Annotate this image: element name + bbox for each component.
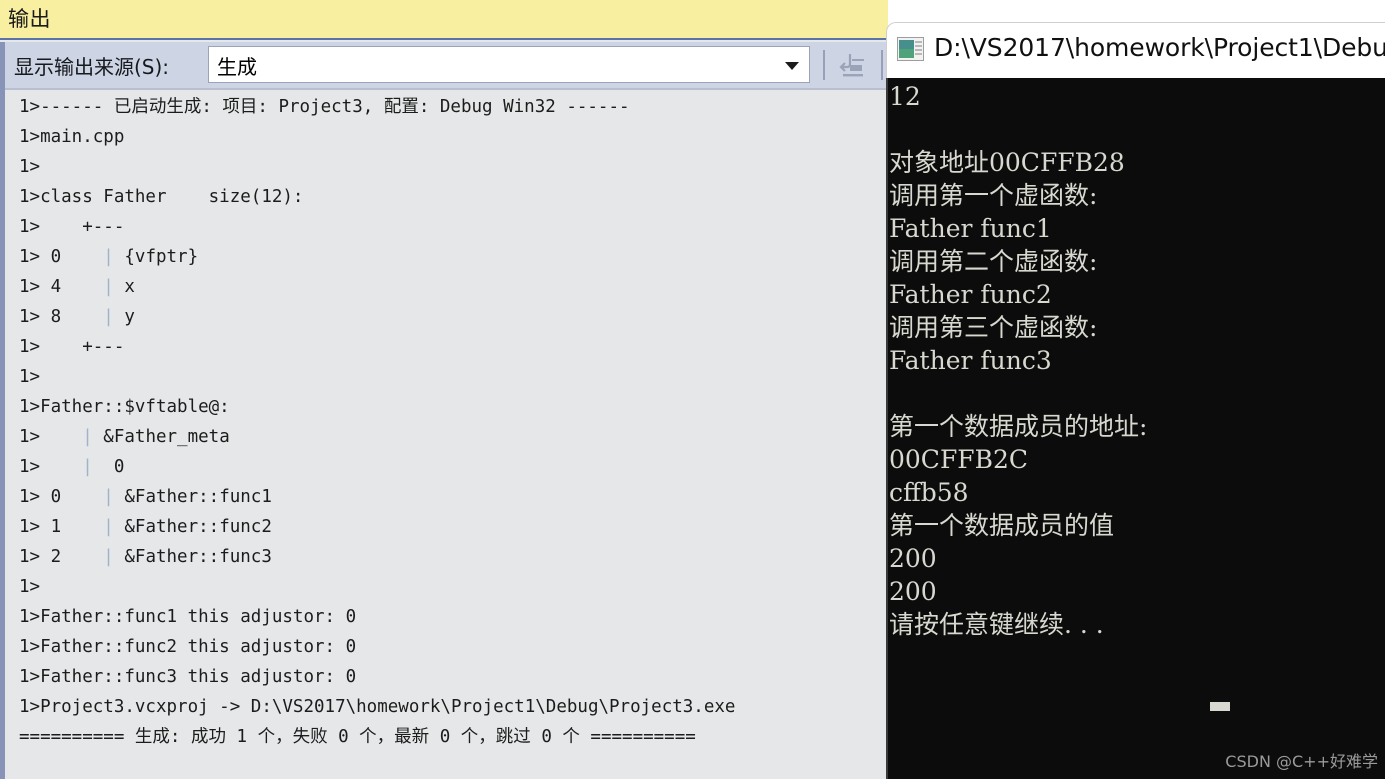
output-guide-bar: | xyxy=(103,487,114,507)
output-log-line: 1> 2 | &Father::func3 xyxy=(19,547,272,567)
output-log-line: 1> +--- xyxy=(19,337,125,357)
toolbar-divider xyxy=(881,50,883,80)
output-log-line: 1> 8 | y xyxy=(19,307,135,327)
console-output-line: Father func1 xyxy=(889,214,1052,243)
output-guide-bar: | xyxy=(82,427,93,447)
console-output-line: 200 xyxy=(889,544,937,573)
console-app-icon xyxy=(897,37,924,61)
output-log-line: 1>Father::func1 this adjustor: 0 xyxy=(19,607,357,627)
output-log-line: 1> 0 | &Father::func1 xyxy=(19,487,272,507)
console-output-line: 00CFFB2C xyxy=(889,445,1029,474)
output-log-line: 1> 4 | x xyxy=(19,277,135,297)
console-cursor xyxy=(1210,702,1230,711)
show-output-from-label: 显示输出来源(S): xyxy=(14,55,170,79)
console-output-area[interactable]: 12 对象地址00CFFB28 调用第一个虚函数: Father func1 调用第二… xyxy=(886,78,1385,779)
output-log-line: ========== 生成: 成功 1 个，失败 0 个，最新 0 个，跳过 0… xyxy=(19,727,696,747)
console-title-text: D:\VS2017\homework\Project1\Debug\ xyxy=(934,33,1385,62)
output-log-lines: 1>------ 已启动生成: 项目: Project3, 配置: Debug … xyxy=(19,92,879,752)
toolbar-left-edge xyxy=(0,42,5,88)
output-log-line: 1> xyxy=(19,157,41,177)
csdn-watermark: CSDN @C++好难学 xyxy=(1225,752,1378,771)
console-output-line: cffb58 xyxy=(889,478,969,507)
word-wrap-icon[interactable] xyxy=(838,51,868,79)
console-output-line: 对象地址00CFFB28 xyxy=(889,148,1125,177)
output-source-select[interactable]: 生成 xyxy=(208,46,810,83)
console-output-line: 请按任意键继续. . . xyxy=(889,610,1104,639)
output-log-line: 1>Father::func3 this adjustor: 0 xyxy=(19,667,357,687)
console-output-line: 调用第三个虚函数: xyxy=(889,313,1098,342)
output-log-line: 1> 0 | {vfptr} xyxy=(19,247,199,267)
chevron-down-icon[interactable] xyxy=(785,62,799,70)
output-pane-title-bar: 输出 xyxy=(0,0,888,40)
page-title: 输出 xyxy=(8,7,51,31)
output-log-line: 1> +--- xyxy=(19,217,125,237)
output-guide-bar: | xyxy=(82,457,93,477)
console-output-line: 12 xyxy=(889,82,921,111)
output-log-line: 1>------ 已启动生成: 项目: Project3, 配置: Debug … xyxy=(19,97,630,117)
console-output-line: Father func3 xyxy=(889,346,1052,375)
output-log-line: 1> | 0 xyxy=(19,457,125,477)
output-log-line: 1>Project3.vcxproj -> D:\VS2017\homework… xyxy=(19,697,736,717)
output-log-line: 1>main.cpp xyxy=(19,127,125,147)
console-output-line: 200 xyxy=(889,577,937,606)
console-output-lines: 12 对象地址00CFFB28 调用第一个虚函数: Father func1 调用第二… xyxy=(889,80,1381,641)
output-guide-bar: | xyxy=(103,547,114,567)
output-log-line: 1> | &Father_meta xyxy=(19,427,230,447)
output-left-rule xyxy=(0,88,5,779)
output-guide-bar: | xyxy=(103,517,114,537)
console-output-line: 调用第二个虚函数: xyxy=(889,247,1098,276)
output-log-line: 1>Father::func2 this adjustor: 0 xyxy=(19,637,357,657)
output-log-line: 1> 1 | &Father::func2 xyxy=(19,517,272,537)
console-output-line: 第一个数据成员的地址: xyxy=(889,412,1148,441)
console-left-edge xyxy=(886,78,888,779)
output-guide-bar: | xyxy=(103,307,114,327)
toolbar-divider xyxy=(823,50,825,80)
output-log-line: 1>class Father size(12): xyxy=(19,187,304,207)
output-log-line: 1>Father::$vftable@: xyxy=(19,397,230,417)
output-log-line: 1> xyxy=(19,577,41,597)
output-log-line: 1> xyxy=(19,367,41,387)
console-output-line: 调用第一个虚函数: xyxy=(889,181,1098,210)
output-top-rule xyxy=(5,88,888,90)
output-text-area[interactable]: 1>------ 已启动生成: 项目: Project3, 配置: Debug … xyxy=(0,88,888,779)
output-pane: 输出 显示输出来源(S): 生成 1>------ 已启动生成: 项目: Pro… xyxy=(0,0,888,779)
console-title-bar[interactable]: D:\VS2017\homework\Project1\Debug\ xyxy=(886,22,1385,78)
output-guide-bar: | xyxy=(103,277,114,297)
console-output-line: Father func2 xyxy=(889,280,1052,309)
console-window: D:\VS2017\homework\Project1\Debug\ 12 对象… xyxy=(886,22,1385,779)
output-toolbar: 显示输出来源(S): 生成 xyxy=(0,42,888,88)
output-guide-bar: | xyxy=(103,247,114,267)
console-output-line: 第一个数据成员的值 xyxy=(889,511,1115,540)
output-source-selected-value: 生成 xyxy=(217,55,257,79)
